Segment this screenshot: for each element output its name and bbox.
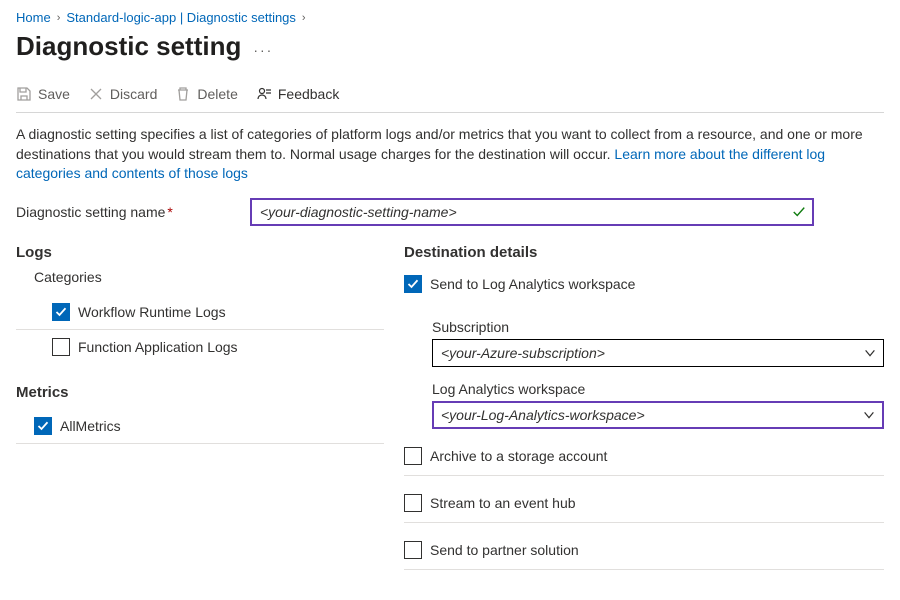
delete-label: Delete xyxy=(197,86,237,102)
checkbox-icon xyxy=(404,494,422,512)
metrics-heading: Metrics xyxy=(16,384,384,401)
logs-heading: Logs xyxy=(16,244,384,261)
subscription-select[interactable]: <your-Azure-subscription> xyxy=(432,339,884,367)
destination-heading: Destination details xyxy=(404,244,884,261)
workspace-label: Log Analytics workspace xyxy=(432,381,884,397)
feedback-label: Feedback xyxy=(278,86,339,102)
chevron-down-icon xyxy=(863,346,877,360)
breadcrumb-home[interactable]: Home xyxy=(16,10,51,25)
setting-name-label: Diagnostic setting name* xyxy=(16,204,248,220)
feedback-icon xyxy=(256,86,272,102)
toolbar: Save Discard Delete Feedback xyxy=(16,80,884,113)
save-icon xyxy=(16,86,32,102)
checkbox-label: Send to partner solution xyxy=(430,542,579,558)
delete-button[interactable]: Delete xyxy=(175,86,237,102)
required-indicator: * xyxy=(167,204,172,220)
save-label: Save xyxy=(38,86,70,102)
subscription-value: <your-Azure-subscription> xyxy=(441,345,605,361)
checkbox-label: AllMetrics xyxy=(60,418,121,434)
checkbox-label: Workflow Runtime Logs xyxy=(78,304,226,320)
chevron-right-icon: › xyxy=(57,12,61,24)
breadcrumb: Home › Standard-logic-app | Diagnostic s… xyxy=(16,10,884,25)
checkbox-label: Send to Log Analytics workspace xyxy=(430,276,635,292)
categories-label: Categories xyxy=(34,269,384,285)
setting-name-input[interactable] xyxy=(250,198,814,226)
discard-label: Discard xyxy=(110,86,157,102)
checkbox-function-application-logs[interactable]: Function Application Logs xyxy=(16,330,384,364)
checkbox-partner-solution[interactable]: Send to partner solution xyxy=(404,523,884,570)
checkbox-icon xyxy=(34,417,52,435)
checkbox-send-to-log-analytics[interactable]: Send to Log Analytics workspace xyxy=(404,269,884,303)
checkbox-stream-eventhub[interactable]: Stream to an event hub xyxy=(404,476,884,523)
checkmark-icon xyxy=(792,205,806,219)
checkbox-label: Archive to a storage account xyxy=(430,448,607,464)
feedback-button[interactable]: Feedback xyxy=(256,86,339,102)
chevron-right-icon: › xyxy=(302,12,306,24)
checkbox-workflow-runtime-logs[interactable]: Workflow Runtime Logs xyxy=(16,295,384,330)
workspace-select[interactable]: <your-Log-Analytics-workspace> xyxy=(432,401,884,429)
breadcrumb-app[interactable]: Standard-logic-app | Diagnostic settings xyxy=(66,10,296,25)
save-button[interactable]: Save xyxy=(16,86,70,102)
page-title: Diagnostic setting xyxy=(16,31,241,62)
checkbox-icon xyxy=(404,447,422,465)
workspace-value: <your-Log-Analytics-workspace> xyxy=(441,407,645,423)
checkbox-allmetrics[interactable]: AllMetrics xyxy=(16,409,384,444)
more-actions-icon[interactable]: ··· xyxy=(253,42,273,62)
checkbox-archive-storage[interactable]: Archive to a storage account xyxy=(404,429,884,476)
discard-button[interactable]: Discard xyxy=(88,86,157,102)
checkbox-label: Function Application Logs xyxy=(78,339,238,355)
checkbox-label: Stream to an event hub xyxy=(430,495,576,511)
description-text: A diagnostic setting specifies a list of… xyxy=(16,125,884,184)
trash-icon xyxy=(175,86,191,102)
checkbox-icon xyxy=(52,338,70,356)
chevron-down-icon xyxy=(862,408,876,422)
close-icon xyxy=(88,86,104,102)
subscription-label: Subscription xyxy=(432,319,884,335)
checkbox-icon xyxy=(52,303,70,321)
checkbox-icon xyxy=(404,275,422,293)
checkbox-icon xyxy=(404,541,422,559)
